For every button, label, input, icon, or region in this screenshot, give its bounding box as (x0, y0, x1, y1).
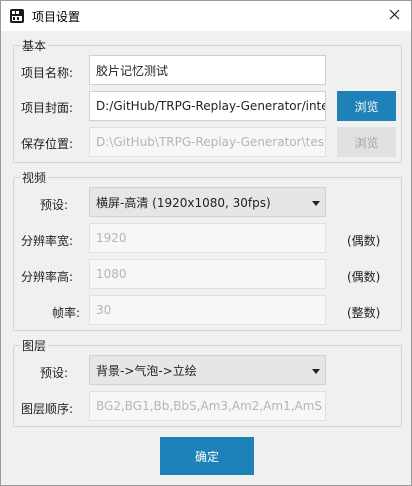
chevron-down-icon (312, 195, 320, 209)
save-browse-button: 浏览 (337, 127, 396, 157)
width-input: 1920 (89, 223, 326, 253)
window-title: 项目设置 (32, 10, 81, 24)
cover-browse-button[interactable]: 浏览 (337, 91, 396, 121)
video-preset-value: 横屏-高清 (1920x1080, 30fps) (96, 195, 271, 210)
clapperboard-icon (9, 8, 25, 24)
height-label: 分辨率高: (21, 270, 74, 284)
project-cover-input[interactable]: D:/GitHub/TRPG-Replay-Generator/inte (89, 91, 326, 121)
video-preset-select[interactable]: 横屏-高清 (1920x1080, 30fps) (89, 187, 326, 217)
layer-order-input: BG2,BG1,Bb,BbS,Am3,Am2,Am1,AmS (89, 391, 326, 421)
title-bar[interactable]: 项目设置 (1, 1, 411, 31)
video-preset-label: 预设: (40, 198, 69, 212)
height-hint: (偶数) (347, 270, 381, 284)
save-location-input: D:\GitHub\TRPG-Replay-Generator\tes (89, 127, 326, 157)
chevron-down-icon (312, 363, 320, 377)
confirm-button[interactable]: 确定 (160, 437, 254, 475)
fps-label: 帧率: (52, 306, 81, 320)
video-group-legend: 视频 (20, 169, 49, 186)
layer-group-legend: 图层 (20, 337, 49, 354)
width-label: 分辨率宽: (21, 234, 74, 248)
height-input: 1080 (89, 259, 326, 289)
project-name-input[interactable]: 胶片记忆测试 (89, 55, 326, 85)
basic-group-legend: 基本 (20, 37, 49, 54)
layer-preset-label: 预设: (40, 366, 69, 380)
close-icon (389, 9, 400, 23)
width-hint: (偶数) (347, 234, 381, 248)
layer-preset-select[interactable]: 背景->气泡->立绘 (89, 355, 326, 385)
project-settings-dialog: 项目设置 基本 项目名称: 胶片记忆测试 项目封面: D:/GitHub/TRP… (0, 0, 412, 486)
layer-preset-value: 背景->气泡->立绘 (96, 363, 197, 378)
project-name-label: 项目名称: (21, 66, 74, 80)
fps-hint: (整数) (347, 306, 381, 320)
close-button[interactable] (377, 1, 411, 31)
layer-order-label: 图层顺序: (21, 402, 74, 416)
fps-input: 30 (89, 295, 326, 325)
save-location-label: 保存位置: (21, 137, 74, 151)
project-cover-label: 项目封面: (21, 101, 74, 115)
